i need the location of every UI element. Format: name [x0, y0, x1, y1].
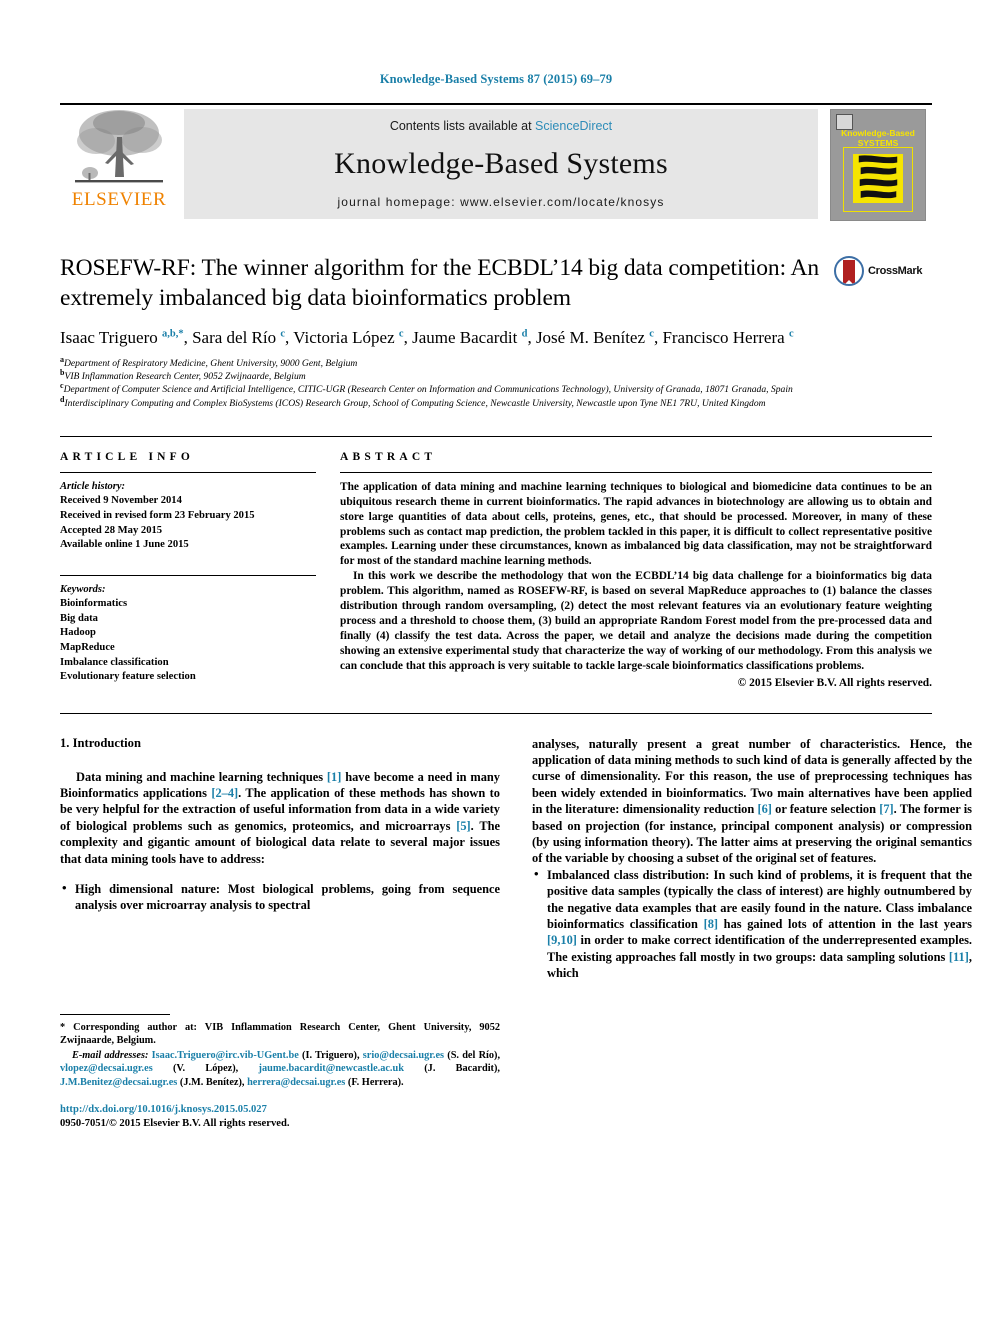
- cover-helix-graphic: [853, 154, 903, 203]
- article-info-rule: [60, 471, 316, 473]
- elsevier-tree-icon: [72, 107, 166, 189]
- elsevier-logo: ELSEVIER: [60, 105, 178, 223]
- corresponding-author-note: * Corresponding author at: VIB Inflammat…: [60, 1021, 500, 1047]
- doi-link[interactable]: http://dx.doi.org/10.1016/j.knosys.2015.…: [60, 1103, 500, 1117]
- citation-reference[interactable]: [8]: [704, 917, 718, 931]
- article-history-list: Received 9 November 2014 Received in revi…: [60, 494, 316, 552]
- email-addresses-label: E-mail addresses:: [72, 1049, 149, 1061]
- bullet-lead: Imbalanced class distribution: [547, 867, 706, 882]
- footnote-block: * Corresponding author at: VIB Inflammat…: [60, 1013, 501, 1131]
- abstract-heading: ABSTRACT: [340, 450, 437, 463]
- intro-bullet-list-right: Imbalanced class distribution: In such k…: [532, 866, 972, 982]
- author-list: Isaac Triguero a,b,*, Sara del Río c, Vi…: [60, 328, 794, 347]
- abstract-paragraph-1: The application of data mining and machi…: [340, 480, 932, 568]
- affiliation: bVIB Inflammation Research Center, 9052 …: [60, 368, 306, 383]
- email-link[interactable]: vlopez@decsai.ugr.es: [60, 1063, 153, 1074]
- footnote-rule: [60, 1013, 170, 1015]
- list-item: Imbalanced class distribution: In such k…: [534, 866, 972, 982]
- elsevier-wordmark: ELSEVIER: [71, 189, 167, 210]
- crossmark-icon: [834, 256, 864, 286]
- email-link[interactable]: Isaac.Triguero@irc.vib-UGent.be: [152, 1050, 299, 1061]
- paper-page: Knowledge-Based Systems 87 (2015) 69–79: [0, 0, 992, 1323]
- affiliation: cDepartment of Computer Science and Arti…: [60, 381, 793, 396]
- article-info-heading: ARTICLE INFO: [60, 450, 195, 463]
- citation-reference[interactable]: [2–4]: [211, 786, 238, 800]
- article-history-item: Accepted 28 May 2015: [60, 524, 163, 536]
- crossmark-label: CrossMark: [868, 265, 923, 277]
- journal-cover-thumbnail: Knowledge-Based SYSTEMS: [824, 105, 932, 223]
- list-item: High dimensional nature: Most biological…: [62, 880, 500, 914]
- keyword-item: Hadoop: [60, 627, 96, 639]
- section-heading-introduction: 1. Introduction: [60, 735, 141, 750]
- contents-lists-line: Contents lists available at ScienceDirec…: [390, 119, 612, 133]
- body-divider: [60, 712, 932, 714]
- citation-reference[interactable]: [6]: [757, 802, 771, 816]
- keyword-item: Bioinformatics: [60, 598, 128, 610]
- article-info-column: ARTICLE INFO Article history: Received 9…: [60, 451, 316, 689]
- issn-copyright-line: 0950-7051/© 2015 Elsevier B.V. All right…: [60, 1117, 290, 1129]
- affiliation: aDepartment of Respiratory Medicine, Ghe…: [60, 354, 358, 369]
- intro-bullet1-continuation: analyses, naturally present a great numb…: [532, 736, 972, 866]
- citation-reference[interactable]: [9,10]: [547, 933, 577, 947]
- email-link[interactable]: J.M.Benitez@decsai.ugr.es: [60, 1077, 177, 1088]
- article-history-item: Available online 1 June 2015: [60, 539, 189, 551]
- doi-block: http://dx.doi.org/10.1016/j.knosys.2015.…: [60, 1103, 500, 1131]
- crossmark-badge[interactable]: CrossMark: [834, 255, 932, 287]
- affiliation-list: aDepartment of Respiratory Medicine, Ghe…: [60, 354, 822, 410]
- keyword-item: Evolutionary feature selection: [60, 671, 196, 683]
- abstract-column: ABSTRACT The application of data mining …: [340, 451, 932, 689]
- keywords-rule: [60, 574, 316, 576]
- running-head: Knowledge-Based Systems 87 (2015) 69–79: [379, 72, 613, 86]
- email-addresses-note: E-mail addresses: Isaac.Triguero@irc.vib…: [60, 1049, 501, 1088]
- title-block: CrossMark ROSEFW-RF: The winner algorith…: [60, 253, 932, 410]
- abstract-body: The application of data mining and machi…: [340, 480, 932, 674]
- body-columns: 1. Introduction Data mining and machine …: [60, 736, 972, 1131]
- journal-masthead: ELSEVIER Contents lists available at Sci…: [60, 103, 932, 223]
- body-column-right: analyses, naturally present a great numb…: [532, 736, 972, 1131]
- citation-reference[interactable]: [7]: [879, 802, 893, 816]
- masthead-center-panel: Contents lists available at ScienceDirec…: [184, 109, 818, 219]
- keywords-label: Keywords:: [60, 583, 106, 595]
- keywords-list: Bioinformatics Big data Hadoop MapReduce Imb…: [60, 597, 316, 685]
- keywords-block: Keywords: Bioinformatics Big data Hadoop Ma…: [60, 574, 316, 685]
- cover-title-text: Knowledge-Based SYSTEMS: [831, 128, 925, 148]
- cover-title-line1: Knowledge-Based: [841, 128, 915, 138]
- page-title: ROSEFW-RF: The winner algorithm for the …: [60, 255, 819, 311]
- citation-reference[interactable]: [5]: [456, 819, 470, 833]
- article-history-label: Article history:: [60, 480, 126, 492]
- article-history-item: Received in revised form 23 February 201…: [60, 509, 255, 521]
- sciencedirect-link[interactable]: ScienceDirect: [535, 119, 612, 133]
- keyword-item: Big data: [60, 612, 98, 624]
- cover-image: Knowledge-Based SYSTEMS: [830, 109, 926, 221]
- email-link[interactable]: herrera@decsai.ugr.es: [247, 1077, 345, 1088]
- contents-prefix: Contents lists available at: [389, 119, 536, 133]
- journal-homepage-link[interactable]: journal homepage: www.elsevier.com/locat…: [338, 195, 665, 209]
- affiliation: dInterdisciplinary Computing and Complex…: [60, 394, 766, 409]
- citation-reference[interactable]: [11]: [949, 950, 969, 964]
- article-history-item: Received 9 November 2014: [60, 495, 182, 507]
- intro-bullet-list-left: High dimensional nature: Most biological…: [60, 880, 500, 914]
- bullet-lead: High dimensional nature: [75, 882, 216, 897]
- abstract-paragraph-2: In this work we describe the methodology…: [340, 570, 932, 672]
- keyword-item: MapReduce: [60, 641, 115, 653]
- intro-paragraph-1: Data mining and machine learning techniq…: [60, 769, 501, 866]
- email-link[interactable]: jaume.bacardit@newcastle.ac.uk: [259, 1063, 404, 1074]
- email-link[interactable]: srio@decsai.ugr.es: [363, 1050, 444, 1061]
- cover-title-line2: SYSTEMS: [857, 137, 899, 148]
- corresponding-author-marker: *: [60, 1021, 66, 1033]
- abstract-rule: [340, 471, 932, 473]
- body-column-left: 1. Introduction Data mining and machine …: [60, 736, 500, 1131]
- citation-reference[interactable]: [1]: [327, 770, 341, 784]
- info-abstract-section: ARTICLE INFO Article history: Received 9…: [60, 435, 932, 689]
- journal-title: Knowledge-Based Systems: [334, 147, 668, 180]
- abstract-copyright: © 2015 Elsevier B.V. All rights reserved…: [737, 676, 932, 689]
- keyword-item: Imbalance classification: [60, 656, 169, 668]
